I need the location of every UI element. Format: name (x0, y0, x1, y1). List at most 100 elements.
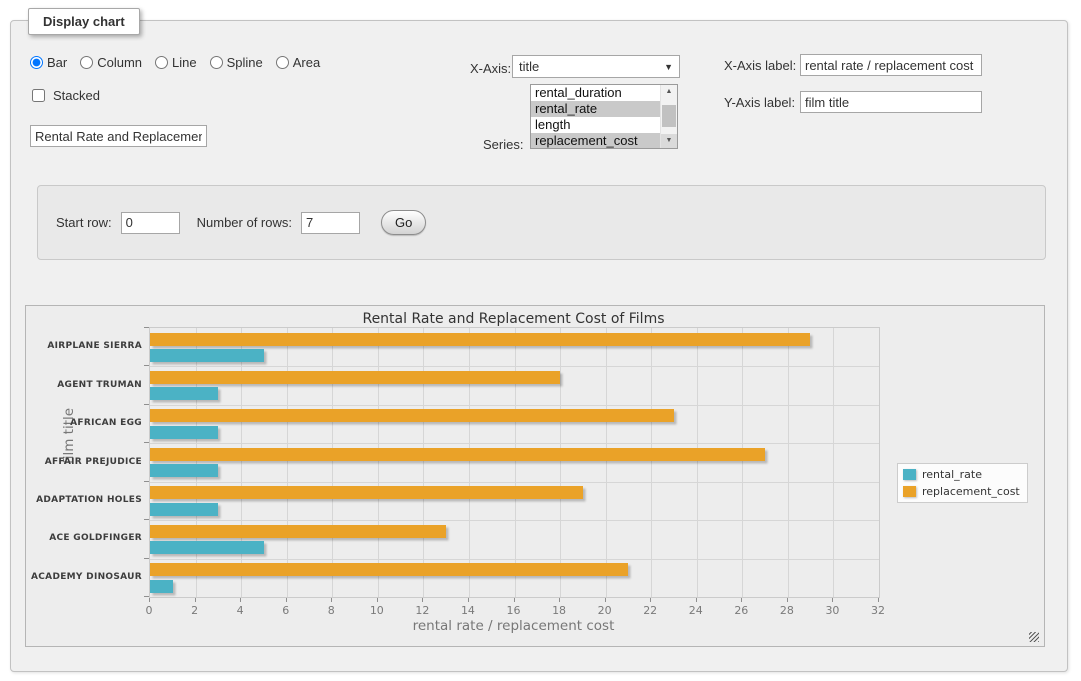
grid-line-vertical (378, 328, 379, 597)
series-multiselect[interactable]: rental_durationrental_ratelengthreplacem… (530, 84, 678, 149)
y-axis-title: film title (61, 381, 77, 491)
chart-type-option-bar[interactable]: Bar (30, 55, 67, 70)
chart-type-option-spline[interactable]: Spline (210, 55, 263, 70)
legend-item: replacement_cost (903, 485, 1020, 498)
grid-line-vertical (833, 328, 834, 597)
chart-type-radio-column[interactable] (80, 56, 93, 69)
x-axis-field-label: X-Axis: (470, 61, 511, 76)
x-tick-label: 24 (681, 604, 711, 617)
grid-line-horizontal (150, 520, 879, 521)
chart-type-radio-group: Bar Column Line Spline Area (30, 55, 320, 70)
x-tick-label: 22 (635, 604, 665, 617)
x-axis-tick-mark (468, 598, 469, 602)
x-axis-label-input[interactable] (800, 54, 982, 76)
x-tick-label: 32 (863, 604, 893, 617)
start-row-input[interactable] (121, 212, 180, 234)
y-category-label: AIRPLANE SIERRA (29, 341, 142, 351)
grid-line-vertical (515, 328, 516, 597)
num-rows-input[interactable] (301, 212, 360, 234)
bar-replacement_cost (150, 371, 560, 384)
chart-legend: rental_rate replacement_cost (897, 463, 1028, 503)
x-axis-tick-mark (377, 598, 378, 602)
y-axis-label-input[interactable] (800, 91, 982, 113)
x-tick-label: 20 (590, 604, 620, 617)
bar-rental_rate (150, 387, 218, 400)
resize-grip-handle[interactable] (1029, 632, 1039, 642)
x-tick-label: 2 (180, 604, 210, 617)
grid-line-horizontal (150, 405, 879, 406)
chart-type-radio-area[interactable] (276, 56, 289, 69)
y-category-label: ACE GOLDFINGER (29, 533, 142, 543)
series-option-length[interactable]: length (531, 117, 660, 133)
y-axis-tick-mark (144, 442, 149, 443)
y-axis-tick-mark (144, 481, 149, 482)
grid-line-vertical (469, 328, 470, 597)
x-axis-tick-mark (514, 598, 515, 602)
y-category-label: AGENT TRUMAN (29, 380, 142, 390)
chart-type-option-line[interactable]: Line (155, 55, 197, 70)
x-axis-tick-mark (331, 598, 332, 602)
scrollbar-thumb[interactable] (662, 105, 676, 127)
chart-type-option-label: Column (97, 55, 142, 70)
x-axis-tick-mark (605, 598, 606, 602)
grid-line-vertical (332, 328, 333, 597)
chart-type-option-column[interactable]: Column (80, 55, 142, 70)
grid-line-vertical (742, 328, 743, 597)
chart-plot-area (149, 327, 880, 598)
x-axis-tick-mark (832, 598, 833, 602)
row-range-panel: Start row: Number of rows: Go (37, 185, 1046, 260)
num-rows-label: Number of rows: (197, 215, 292, 230)
x-axis-selected-value: title (519, 59, 539, 74)
bar-rental_rate (150, 349, 264, 362)
series-scrollbar[interactable]: ▲ ▼ (660, 85, 677, 148)
series-option-rental_duration[interactable]: rental_duration (531, 85, 660, 101)
legend-label: rental_rate (922, 468, 982, 481)
bar-rental_rate (150, 503, 218, 516)
chart-type-radio-bar[interactable] (30, 56, 43, 69)
y-category-label: ADAPTATION HOLES (29, 495, 142, 505)
chart-type-option-area[interactable]: Area (276, 55, 320, 70)
go-button[interactable]: Go (381, 210, 426, 235)
x-tick-label: 14 (453, 604, 483, 617)
chart-type-option-label: Spline (227, 55, 263, 70)
legend-item: rental_rate (903, 468, 1020, 481)
chart-title-input[interactable] (30, 125, 207, 147)
bar-replacement_cost (150, 333, 810, 346)
grid-line-vertical (697, 328, 698, 597)
series-option-replacement_cost[interactable]: replacement_cost (531, 133, 660, 149)
chart-type-radio-spline[interactable] (210, 56, 223, 69)
select-arrow-icon: ▼ (664, 62, 673, 72)
chart-type-option-label: Line (172, 55, 197, 70)
y-axis-tick-mark (144, 327, 149, 328)
scroll-up-icon[interactable]: ▲ (661, 85, 677, 99)
x-tick-label: 6 (271, 604, 301, 617)
bar-replacement_cost (150, 409, 674, 422)
chart-type-option-label: Bar (47, 55, 67, 70)
x-axis-tick-mark (240, 598, 241, 602)
grid-line-horizontal (150, 482, 879, 483)
y-axis-tick-mark (144, 365, 149, 366)
x-tick-label: 16 (499, 604, 529, 617)
x-axis-tick-mark (696, 598, 697, 602)
bar-rental_rate (150, 541, 264, 554)
y-axis-tick-mark (144, 558, 149, 559)
stacked-checkbox[interactable] (32, 89, 45, 102)
chart-type-option-label: Area (293, 55, 320, 70)
x-axis-tick-mark (286, 598, 287, 602)
x-axis-select[interactable]: title ▼ (512, 55, 680, 78)
grid-line-vertical (287, 328, 288, 597)
stacked-label: Stacked (53, 88, 100, 103)
grid-line-vertical (241, 328, 242, 597)
grid-line-vertical (606, 328, 607, 597)
scroll-down-icon[interactable]: ▼ (661, 134, 677, 148)
display-chart-tab: Display chart (28, 8, 140, 35)
y-category-label: AFFAIR PREJUDICE (29, 457, 142, 467)
series-option-rental_rate[interactable]: rental_rate (531, 101, 660, 117)
x-tick-label: 10 (362, 604, 392, 617)
grid-line-horizontal (150, 559, 879, 560)
x-axis-tick-mark (650, 598, 651, 602)
x-tick-label: 4 (225, 604, 255, 617)
stacked-option[interactable]: Stacked (28, 86, 100, 105)
grid-line-vertical (651, 328, 652, 597)
chart-type-radio-line[interactable] (155, 56, 168, 69)
